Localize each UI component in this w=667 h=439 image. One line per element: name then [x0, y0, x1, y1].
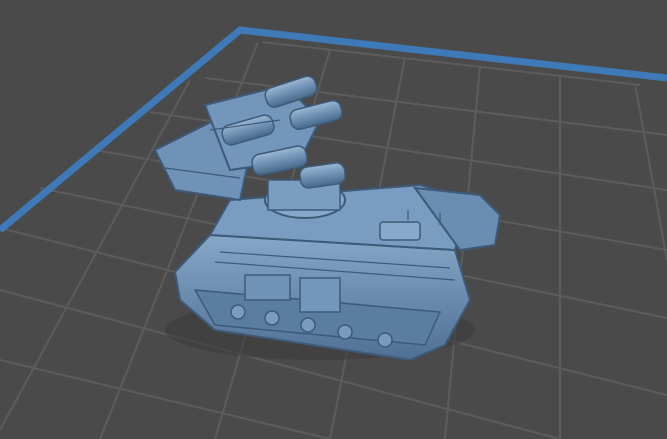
side-hatch: [299, 277, 341, 313]
side-panel: [244, 274, 291, 301]
3d-viewport[interactable]: [0, 0, 667, 439]
deck-hatch: [379, 221, 421, 241]
build-plate-scene[interactable]: [0, 0, 667, 439]
